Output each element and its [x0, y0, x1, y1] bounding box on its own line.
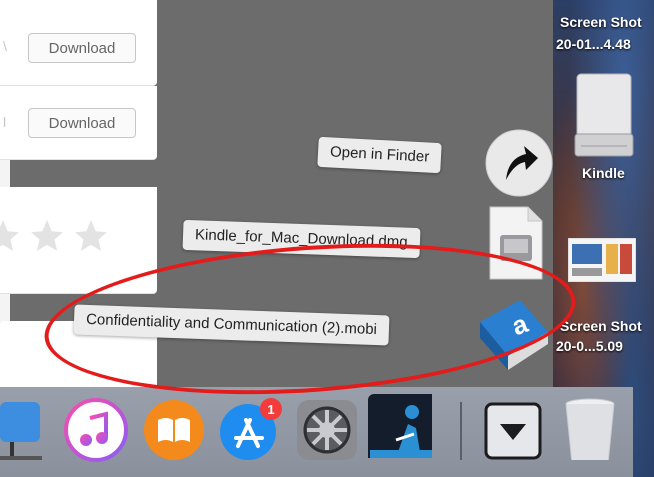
- star-icon[interactable]: [28, 217, 66, 255]
- kindle-icon[interactable]: [368, 394, 432, 458]
- downloads-stack-icon[interactable]: [484, 402, 548, 466]
- open-in-finder-icon[interactable]: [484, 128, 554, 198]
- system-preferences-icon[interactable]: [295, 398, 359, 462]
- desktop-screenshot-1-label-top[interactable]: Screen Shot: [560, 14, 642, 30]
- download-button-2[interactable]: Download: [28, 108, 136, 138]
- keynote-icon[interactable]: [0, 398, 50, 462]
- truncated-glyph: l: [3, 114, 7, 130]
- rating-stars[interactable]: [0, 217, 110, 255]
- app-store-badge: 1: [260, 398, 282, 420]
- download-card-1: \ Download: [0, 0, 157, 86]
- desktop-screenshot-2-label-bottom[interactable]: 20-0...5.09: [556, 338, 623, 354]
- trash-icon[interactable]: [560, 396, 624, 460]
- ibooks-icon[interactable]: [142, 398, 206, 462]
- desktop-screenshot-2-thumbnail[interactable]: [568, 238, 636, 282]
- rating-card: [0, 187, 157, 294]
- truncated-glyph: \: [3, 38, 7, 54]
- kindle-book-file-icon[interactable]: a: [472, 294, 554, 376]
- desktop-screenshot-2-label-top[interactable]: Screen Shot: [560, 318, 642, 334]
- kindle-drive-icon[interactable]: [573, 72, 635, 160]
- itunes-icon[interactable]: [64, 398, 128, 462]
- download-card-2: l Download: [0, 86, 157, 160]
- dock-separator: [460, 402, 462, 460]
- open-in-finder-label[interactable]: Open in Finder: [317, 136, 442, 174]
- star-icon[interactable]: [0, 217, 22, 255]
- kindle-drive-label[interactable]: Kindle: [582, 165, 625, 181]
- star-icon[interactable]: [72, 217, 110, 255]
- download-button-1[interactable]: Download: [28, 33, 136, 63]
- dmg-file-icon[interactable]: [486, 205, 546, 281]
- desktop-screenshot-1-label-bottom[interactable]: 20-01...4.48: [556, 36, 631, 52]
